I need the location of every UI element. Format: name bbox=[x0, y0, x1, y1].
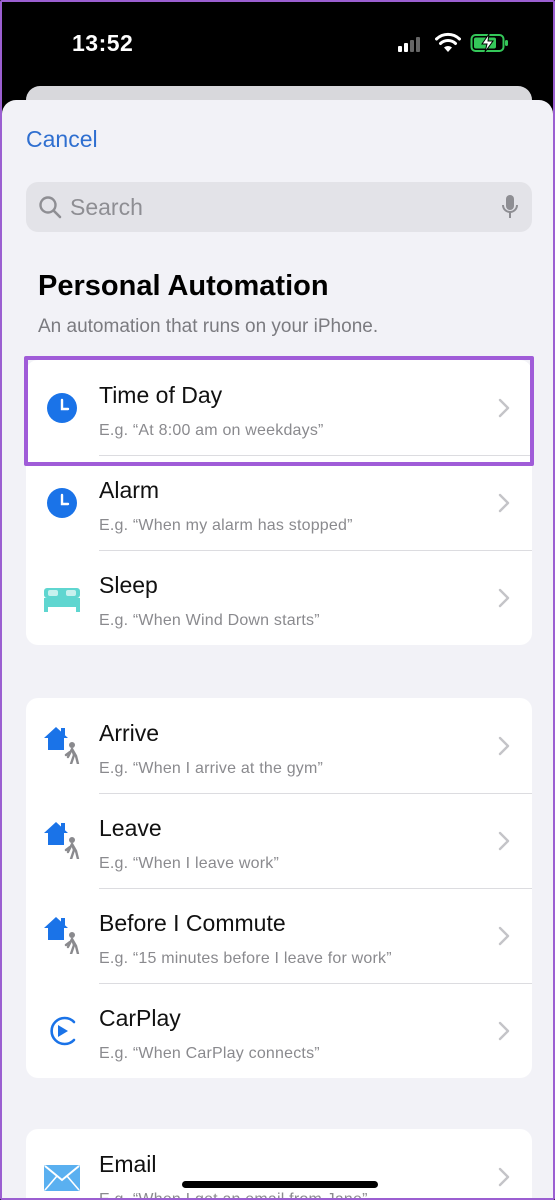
search-placeholder: Search bbox=[70, 194, 143, 220]
trigger-title: Email bbox=[99, 1151, 157, 1177]
triggers-group-location: Arrive E.g. “When I arrive at the gym” L… bbox=[26, 698, 532, 1078]
trigger-example: E.g. “When I leave work” bbox=[99, 855, 279, 872]
phone-screen: 13:52 Cancel Search Personal Automation … bbox=[0, 0, 555, 1200]
trigger-row-leave[interactable]: Leave E.g. “When I leave work” bbox=[26, 793, 532, 888]
trigger-title: Alarm bbox=[99, 477, 160, 503]
home-indicator bbox=[182, 1181, 378, 1188]
trigger-example: E.g. “15 minutes before I leave for work… bbox=[99, 950, 392, 967]
chevron-right-icon bbox=[498, 588, 510, 608]
trigger-example: E.g. “When I arrive at the gym” bbox=[99, 760, 324, 777]
status-time: 13:52 bbox=[72, 30, 134, 56]
section-title: Personal Automation bbox=[38, 270, 329, 302]
trigger-title: Before I Commute bbox=[99, 910, 286, 936]
trigger-title: Sleep bbox=[99, 572, 158, 598]
status-bar: 13:52 bbox=[2, 2, 553, 92]
bed-icon bbox=[44, 588, 80, 612]
triggers-group-time: Time of Day E.g. “At 8:00 am on weekdays… bbox=[26, 360, 532, 645]
trigger-row-email[interactable]: Email E.g. “When I get an email from Jan… bbox=[26, 1129, 532, 1200]
clock-icon bbox=[47, 393, 77, 423]
trigger-title: Time of Day bbox=[99, 382, 223, 408]
clock-icon bbox=[47, 488, 77, 518]
mail-icon bbox=[44, 1165, 80, 1191]
trigger-row-before-commute[interactable]: Before I Commute E.g. “15 minutes before… bbox=[26, 888, 532, 983]
home-person-icon bbox=[44, 822, 80, 859]
triggers-group-communication: Email E.g. “When I get an email from Jan… bbox=[26, 1129, 532, 1200]
trigger-row-sleep[interactable]: Sleep E.g. “When Wind Down starts” bbox=[26, 550, 532, 645]
trigger-title: Leave bbox=[99, 815, 162, 841]
trigger-row-arrive[interactable]: Arrive E.g. “When I arrive at the gym” bbox=[26, 698, 532, 793]
home-person-icon bbox=[44, 727, 80, 764]
trigger-row-time-of-day[interactable]: Time of Day E.g. “At 8:00 am on weekdays… bbox=[26, 360, 532, 455]
section-subtitle: An automation that runs on your iPhone. bbox=[38, 316, 379, 337]
cellular-signal-icon bbox=[398, 36, 426, 52]
search-icon bbox=[39, 196, 62, 219]
chevron-right-icon bbox=[498, 926, 510, 946]
trigger-row-carplay[interactable]: CarPlay E.g. “When CarPlay connects” bbox=[26, 983, 532, 1078]
trigger-row-alarm[interactable]: Alarm E.g. “When my alarm has stopped” bbox=[26, 455, 532, 550]
chevron-right-icon bbox=[498, 493, 510, 513]
wifi-icon bbox=[435, 32, 461, 52]
chevron-right-icon bbox=[498, 1021, 510, 1041]
microphone-icon[interactable] bbox=[500, 193, 520, 221]
trigger-example: E.g. “When my alarm has stopped” bbox=[99, 517, 353, 534]
cancel-button[interactable]: Cancel bbox=[26, 126, 98, 153]
chevron-right-icon bbox=[498, 736, 510, 756]
chevron-right-icon bbox=[498, 1167, 510, 1187]
chevron-right-icon bbox=[498, 398, 510, 418]
trigger-example: E.g. “When I get an email from Jane” bbox=[99, 1191, 368, 1200]
battery-charging-icon bbox=[470, 33, 508, 53]
carplay-icon bbox=[50, 1016, 76, 1046]
chevron-right-icon bbox=[498, 831, 510, 851]
trigger-example: E.g. “At 8:00 am on weekdays” bbox=[99, 422, 324, 439]
trigger-example: E.g. “When Wind Down starts” bbox=[99, 612, 320, 629]
search-field[interactable]: Search bbox=[26, 182, 532, 232]
trigger-example: E.g. “When CarPlay connects” bbox=[99, 1045, 320, 1062]
trigger-title: CarPlay bbox=[99, 1005, 181, 1031]
trigger-title: Arrive bbox=[99, 720, 160, 746]
home-person-icon bbox=[44, 917, 80, 954]
